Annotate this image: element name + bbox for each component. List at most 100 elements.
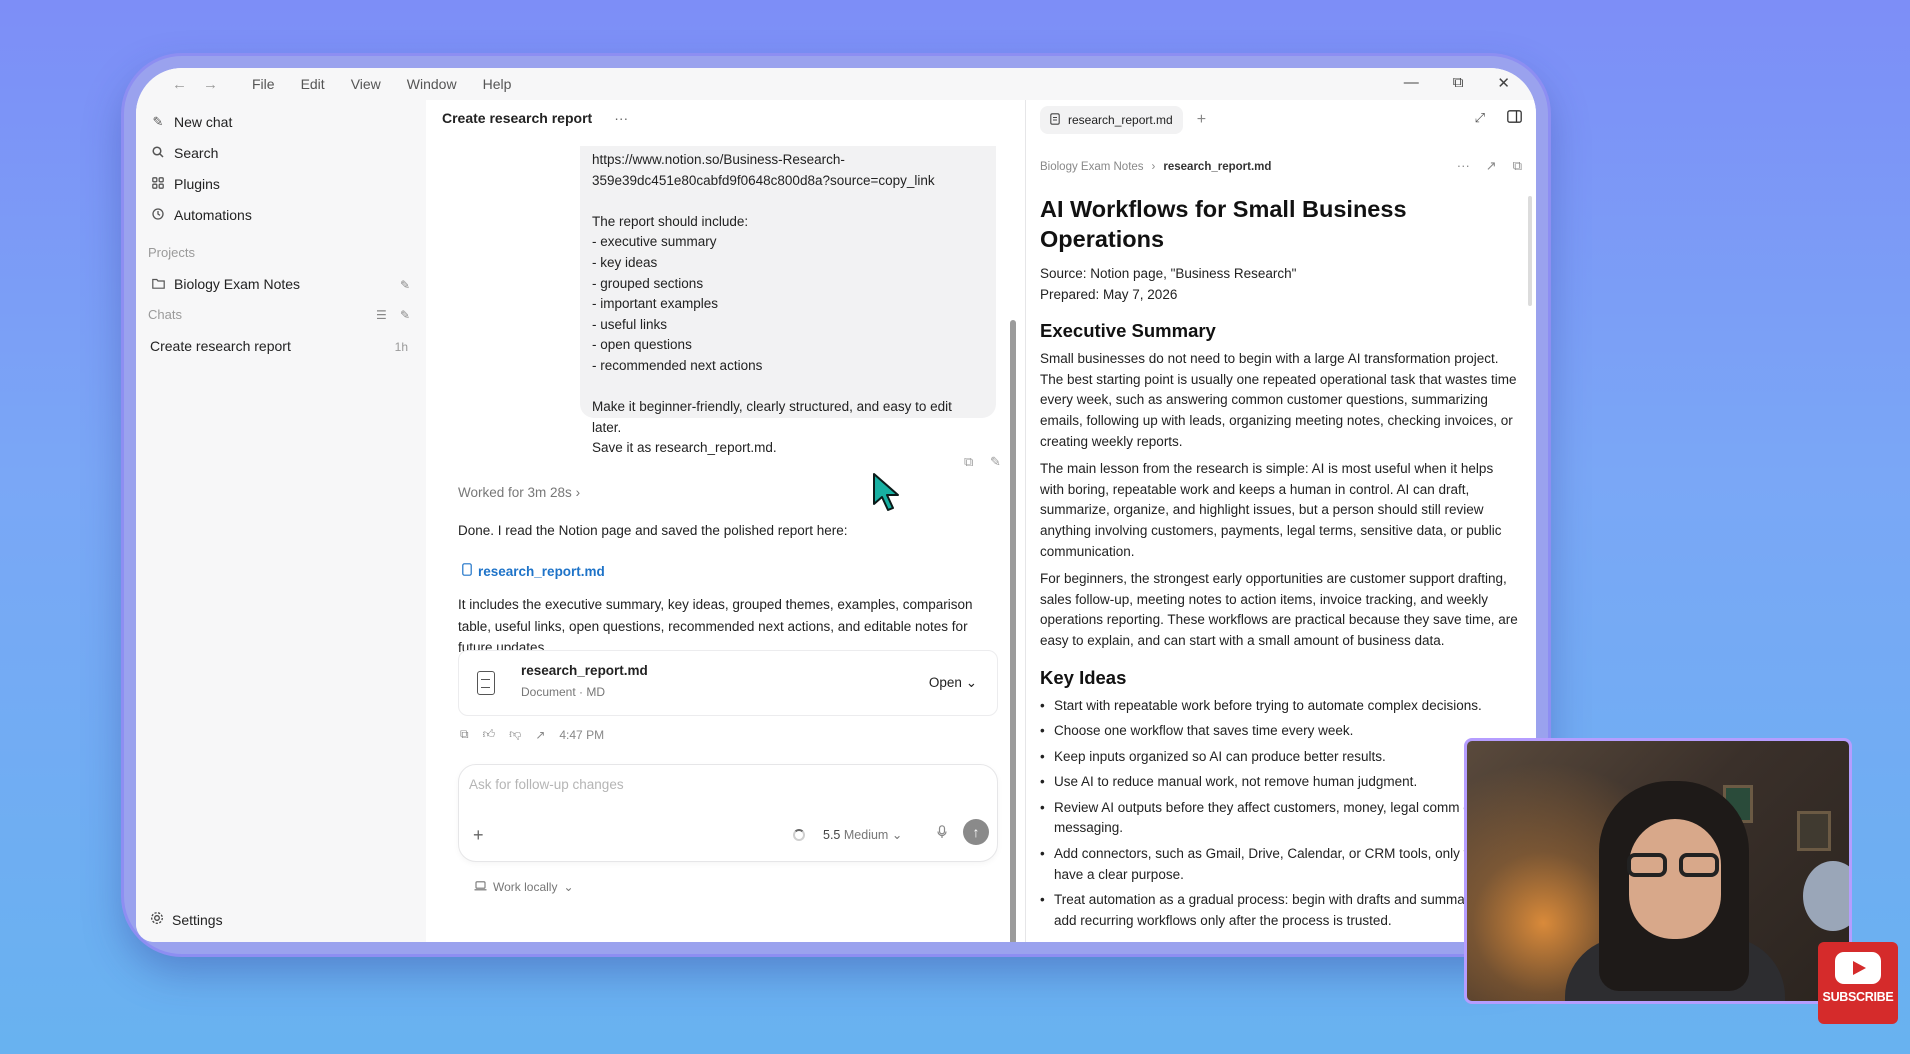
add-attachment-icon[interactable]: + [473,825,484,846]
chevron-down-icon: ⌄ [563,880,574,894]
new-chat-small-icon[interactable]: ✎ [400,308,410,322]
back-arrow-icon[interactable]: ← [172,76,187,93]
chat-options-icon[interactable]: ··· [614,110,628,126]
thumbs-up-icon[interactable]: 👍︎ [483,727,496,742]
model-selector[interactable]: 5.5 Medium ⌄ [823,827,902,842]
subscribe-label: SUBSCRIBE [1822,990,1894,1004]
sidebar: ✎ New chat Search Plugins Automations Pr… [136,100,426,942]
presenter-face [1629,819,1721,939]
mouse-cursor-icon [872,472,902,517]
key-ideas-list: Start with repeatable work before trying… [1040,696,1520,932]
document-scrollbar[interactable] [1528,196,1532,306]
open-external-icon[interactable]: ↗ [1486,158,1497,174]
chevron-down-icon: ⌄ [965,675,977,690]
open-dropdown-button[interactable]: Open ⌄ [929,675,977,691]
document-prepared-date: Prepared: May 7, 2026 [1040,286,1178,302]
list-item: Keep inputs organized so AI can produce … [1040,747,1520,768]
microphone-icon[interactable] [937,825,947,842]
menu-help[interactable]: Help [483,76,512,92]
new-project-chat-icon[interactable]: ✎ [400,278,410,292]
breadcrumb: Biology Exam Notes › research_report.md [1040,161,1271,173]
sidebar-item-create-research-report[interactable]: Create research report [150,338,291,354]
chat-header: Create research report ··· [442,110,628,126]
heading-key-ideas: Key Ideas [1040,666,1127,688]
sidebar-item-search[interactable]: Search [150,145,218,161]
subscribe-badge[interactable]: SUBSCRIBE [1818,942,1898,1024]
message-list-item: - key ideas [592,254,658,270]
settings-button[interactable]: Settings [150,911,223,928]
report-file-link[interactable]: research_report.md [462,563,605,579]
edit-icon[interactable]: ✎ [990,454,1001,470]
sidebar-item-label: New chat [174,114,233,130]
send-button[interactable]: ↑ [963,819,989,845]
folder-icon [150,277,166,292]
assistant-reply-intro: Done. I read the Notion page and saved t… [458,523,848,538]
assistant-reply-body: It includes the executive summary, key i… [458,594,998,659]
sidebar-item-new-chat[interactable]: ✎ New chat [150,114,233,130]
menu-view[interactable]: View [351,76,381,92]
list-item: Treat automation as a gradual process: b… [1040,890,1520,931]
copy-icon[interactable]: ⧉ [1513,158,1522,174]
settings-label: Settings [172,911,223,928]
sidebar-item-biology-exam-notes[interactable]: Biology Exam Notes [150,276,300,292]
chats-section-label: Chats [148,307,182,322]
list-item: Add connectors, such as Gmail, Drive, Ca… [1040,844,1520,885]
file-card[interactable]: research_report.md Document · MD Open ⌄ [458,650,998,716]
share-icon[interactable]: ↗ [535,728,545,742]
wall-picture [1797,811,1831,851]
chat-scrollbar[interactable] [1010,320,1016,942]
message-actions: ⧉ 👍︎ 👎︎ ↗ 4:47 PM [460,727,604,742]
projects-section-label: Projects [148,245,195,260]
sidebar-item-label: Biology Exam Notes [174,276,301,292]
thumbs-down-icon[interactable]: 👎︎ [509,727,521,742]
worked-duration[interactable]: Worked for 3m 28s › [458,485,580,500]
follow-up-input[interactable] [469,773,969,795]
breadcrumb-current: research_report.md [1163,161,1272,173]
tab-research-report[interactable]: research_report.md [1040,106,1183,134]
breadcrumb-parent[interactable]: Biology Exam Notes [1040,161,1144,173]
menu-file[interactable]: File [252,76,275,92]
toggle-panel-icon[interactable] [1507,110,1522,126]
menu-window[interactable]: Window [407,76,457,92]
message-list-item: - open questions [592,337,692,353]
sidebar-item-automations[interactable]: Automations [150,207,252,223]
user-message-bubble: https://www.notion.so/Business-Research-… [580,146,996,455]
list-item: Review AI outputs before they affect cus… [1040,798,1520,839]
paragraph: The main lesson from the research is sim… [1040,461,1502,559]
forward-arrow-icon[interactable]: → [203,76,218,93]
list-item: Choose one workflow that saves time ever… [1040,721,1520,742]
more-options-icon[interactable]: ··· [1457,158,1470,174]
title-bar: ← → File Edit View Window Help — ⧉ ✕ [136,68,1536,100]
minimize-icon[interactable]: — [1404,74,1419,92]
laptop-icon [474,880,487,894]
loading-spinner-icon [793,829,805,841]
maximize-icon[interactable]: ⧉ [1453,74,1464,92]
paragraph: Small businesses do not need to begin wi… [1040,351,1517,449]
tab-label: research_report.md [1068,113,1173,127]
close-icon[interactable]: ✕ [1497,74,1510,92]
chat-title: Create research report [442,110,593,126]
expand-icon[interactable]: ⤢ [1475,110,1485,126]
document-pane-controls: ⤢ [1475,110,1522,126]
breadcrumb-separator: › [1151,161,1156,173]
menu-bar: File Edit View Window Help [252,76,511,92]
message-list-item: - useful links [592,316,668,332]
reply-line: It includes the executive summary, key i… [458,597,973,612]
gear-icon [150,911,164,928]
sidebar-item-plugins[interactable]: Plugins [150,176,220,192]
copy-icon[interactable]: ⧉ [460,727,469,742]
notion-url-line[interactable]: 359e39dc451e80cabfd9f0648c800d8a?source=… [592,171,984,192]
document-pane: research_report.md + ⤢ Biology Exam Note… [1026,100,1536,942]
message-text: The report should include: [592,213,749,229]
menu-edit[interactable]: Edit [301,76,325,92]
history-nav: ← → [172,76,218,93]
message-list-item: - important examples [592,296,719,312]
filter-icon[interactable]: ☰ [376,308,387,322]
sidebar-item-label: Create research report [150,338,291,354]
heading-executive-summary: Executive Summary [1040,320,1216,342]
copy-icon[interactable]: ⧉ [964,454,973,470]
composer: + 5.5 Medium ⌄ ↑ [458,764,998,862]
add-tab-icon[interactable]: + [1197,111,1206,129]
notion-url-line[interactable]: https://www.notion.so/Business-Research- [592,150,984,171]
work-locally-selector[interactable]: Work locally ⌄ [474,880,574,894]
